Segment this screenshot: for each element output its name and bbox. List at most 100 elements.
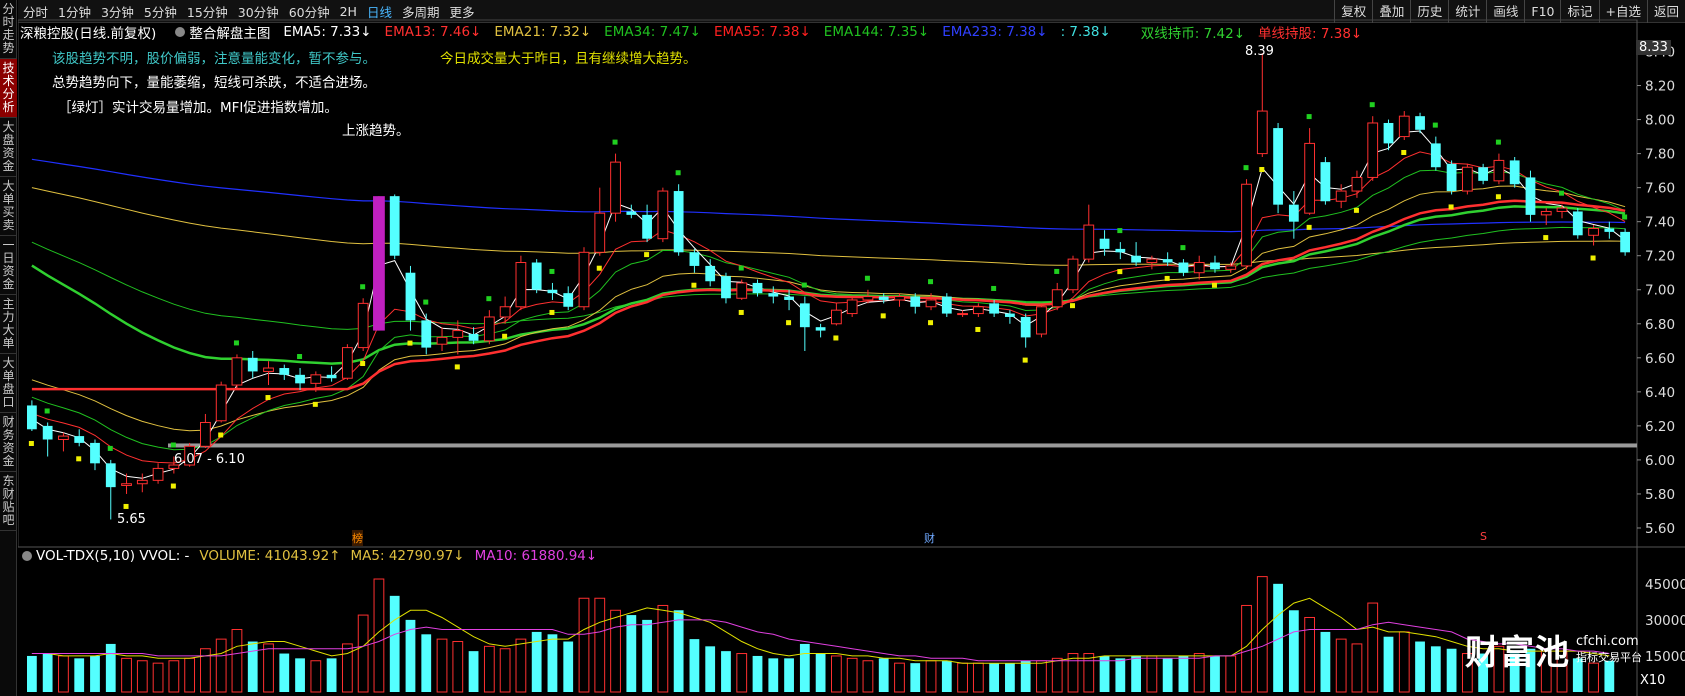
signal-dot-green bbox=[612, 139, 618, 145]
volume-bar-up bbox=[1351, 643, 1363, 693]
candle-body-up bbox=[578, 251, 590, 308]
note-line-3: ［绿灯］实计交易量增加。MFI促进指数增加。 bbox=[58, 100, 338, 116]
candle-body-up bbox=[1351, 176, 1363, 192]
low-price-label: 5.65 bbox=[117, 512, 146, 527]
left-tab-2[interactable]: 大盘资金 bbox=[0, 118, 17, 177]
candle-body-up bbox=[1398, 115, 1410, 138]
bang-marker[interactable]: 榜 bbox=[352, 530, 363, 546]
price-tick-label: 6.00 bbox=[1645, 453, 1675, 469]
signal-dot-green bbox=[549, 268, 555, 274]
ema55-green-line bbox=[31, 226, 1626, 330]
volume-bar-down bbox=[105, 643, 116, 692]
settings-circle-icon[interactable] bbox=[175, 27, 186, 37]
signal-dot-green bbox=[675, 170, 681, 176]
left-tab-8[interactable]: 东财贴吧 bbox=[0, 472, 17, 531]
signal-dot-yellow bbox=[1070, 303, 1076, 309]
candle-body-up bbox=[136, 479, 148, 485]
candle-body-down bbox=[326, 374, 337, 379]
volume-bar-down bbox=[1178, 655, 1189, 692]
volume-bar-up bbox=[1225, 655, 1237, 693]
volume-bar-down bbox=[1415, 641, 1425, 692]
left-tab-6[interactable]: 大单盘口 bbox=[0, 354, 17, 413]
signal-dot-green bbox=[233, 340, 239, 346]
candle-body-up bbox=[1146, 258, 1158, 264]
candle-body-up bbox=[957, 313, 968, 316]
candle-body-up bbox=[152, 467, 164, 481]
volume-bar-down bbox=[626, 615, 637, 692]
signal-dot-yellow bbox=[1117, 269, 1123, 275]
candle-body-down bbox=[1288, 204, 1299, 222]
candle-body-up bbox=[894, 296, 905, 301]
candle-body-up bbox=[1225, 265, 1237, 270]
signal-dot-yellow bbox=[1164, 275, 1170, 281]
ema34-line bbox=[31, 169, 1626, 451]
ema5-value: EMA5: 7.33↓ bbox=[283, 24, 372, 40]
left-tab-4[interactable]: 一日资金 bbox=[0, 236, 17, 295]
volume-bar-up bbox=[168, 660, 180, 693]
signal-dot-green bbox=[44, 408, 50, 414]
indicator-name[interactable]: 整合解盘主图 bbox=[189, 22, 270, 42]
volume-bar-up bbox=[1083, 653, 1095, 693]
volume-bar-down bbox=[1162, 658, 1173, 692]
candle-body-down bbox=[1525, 177, 1536, 215]
candle-body-down bbox=[1005, 313, 1015, 317]
candle-body-down bbox=[878, 296, 889, 300]
signal-dot-yellow bbox=[549, 309, 555, 315]
candle-body-up bbox=[1335, 190, 1347, 202]
volume-settings-icon[interactable] bbox=[22, 551, 32, 561]
volume-bar-down bbox=[910, 663, 921, 692]
signal-dot-green bbox=[170, 442, 176, 448]
volume-bar-up bbox=[657, 604, 669, 693]
candle-body-down bbox=[1020, 316, 1031, 338]
volume-bar-down bbox=[799, 643, 810, 692]
candle-body-up bbox=[1051, 289, 1063, 308]
candle-body-down bbox=[1509, 160, 1520, 185]
volume-bar-down bbox=[705, 646, 716, 692]
volume-bar-down bbox=[26, 655, 37, 692]
cai-marker[interactable]: 财 bbox=[924, 530, 935, 546]
left-tab-3[interactable]: 大单买卖 bbox=[0, 177, 17, 236]
highlight-bar bbox=[373, 196, 385, 331]
volume-bar-down bbox=[1446, 648, 1457, 692]
left-tab-7[interactable]: 财务资金 bbox=[0, 413, 17, 472]
left-tab-0[interactable]: 分时走势 bbox=[0, 0, 17, 59]
signal-dot-yellow bbox=[596, 265, 602, 271]
candle-body-up bbox=[846, 299, 858, 315]
volume-bar-up bbox=[58, 655, 69, 693]
signal-dot-yellow bbox=[1259, 167, 1265, 173]
candle-body-up bbox=[499, 306, 511, 318]
candle-body-up bbox=[452, 330, 464, 338]
indicator-info-line: 深粮控股(日线.前复权) 整合解盘主图 EMA5: 7.33↓ EMA13: 7… bbox=[20, 22, 1375, 42]
volume-bar-up bbox=[578, 597, 590, 693]
volume-title[interactable]: VOL-TDX(5,10) VVOL: - bbox=[36, 548, 189, 564]
candle-body-up bbox=[862, 296, 874, 301]
current-price-tag: 8.33 bbox=[1636, 40, 1671, 55]
signal-dot-green bbox=[1054, 268, 1060, 274]
candle-body-up bbox=[736, 282, 748, 299]
signal-dot-yellow bbox=[1543, 235, 1549, 241]
price-tick-label: 5.60 bbox=[1645, 521, 1675, 537]
volume-ma5-line bbox=[31, 597, 1610, 664]
volume-bar-up bbox=[1051, 657, 1063, 693]
signal-dot-yellow bbox=[218, 432, 224, 438]
volume-bar-up bbox=[1193, 653, 1205, 693]
left-tab-strip: 分时走势 技术分析 大盘资金 大单买卖 一日资金 主力大单 大单盘口 财务资金 东财贴吧 bbox=[0, 0, 17, 696]
candle-body-up bbox=[215, 384, 227, 422]
stock-name[interactable]: 深粮控股(日线.前复权) bbox=[20, 22, 156, 42]
s-marker[interactable]: S bbox=[1480, 530, 1487, 543]
watermark-url: cfchi.com bbox=[1576, 634, 1639, 649]
ema144-value: EMA144: 7.35↓ bbox=[823, 24, 930, 40]
signal-dot-yellow bbox=[407, 340, 413, 346]
signal-dot-green bbox=[1495, 139, 1501, 145]
candle-body-down bbox=[1620, 231, 1631, 253]
left-tab-5[interactable]: 主力大单 bbox=[0, 295, 17, 354]
left-tab-1[interactable]: 技术分析 bbox=[0, 59, 17, 118]
volume-bar-up bbox=[357, 614, 369, 693]
volume-info-line: VOL-TDX(5,10) VVOL: - VOLUME: 41043.92↑ … bbox=[18, 547, 607, 565]
candle-body-down bbox=[405, 272, 416, 321]
ema13-value: EMA13: 7.46↓ bbox=[384, 24, 482, 40]
note-line-2: 总势趋势向下，量能萎缩，短线可杀跌，不适合进场。 bbox=[52, 75, 376, 91]
signal-dot-yellow bbox=[1353, 207, 1359, 213]
volume-bar-down bbox=[1383, 636, 1394, 692]
volume-bar-up bbox=[515, 638, 527, 693]
